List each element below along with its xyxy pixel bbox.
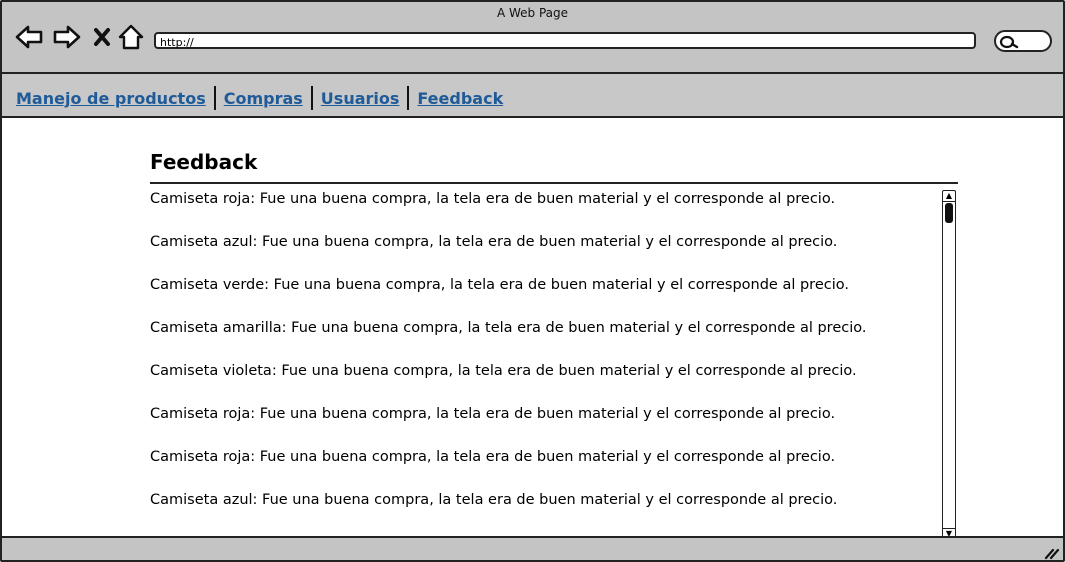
resize-grip-icon[interactable] (1043, 546, 1059, 560)
feedback-entry: Camiseta azul: Fue una buena compra, la … (150, 234, 838, 250)
feedback-entry: Camiseta roja: Fue una buena compra, la … (150, 406, 836, 422)
menu-divider (310, 86, 313, 110)
menu-item-feedback[interactable]: Feedback (417, 89, 503, 108)
menu-divider (213, 86, 216, 110)
close-x-icon[interactable] (88, 22, 118, 52)
feedback-entry: Camiseta azul: Fue una buena compra, la … (150, 492, 838, 508)
scroll-up-arrow-icon[interactable]: ▲ (943, 191, 955, 202)
title-divider (150, 182, 958, 184)
feedback-entry: Camiseta amarilla: Fue una buena compra,… (150, 320, 867, 336)
window-title: A Web Page (496, 6, 569, 20)
menu-item-compras[interactable]: Compras (224, 89, 303, 108)
forward-arrow-icon[interactable] (52, 22, 82, 52)
search-icon (999, 35, 1019, 49)
back-arrow-icon[interactable] (14, 22, 44, 52)
feedback-entry: Camiseta violeta: Fue una buena compra, … (150, 363, 857, 379)
menu-divider (407, 86, 410, 110)
browser-window: A Web Page http:// Manejo de productos C… (0, 0, 1065, 562)
page-title: Feedback (150, 150, 258, 174)
feedback-entry: Camiseta roja: Fue una buena compra, la … (150, 191, 836, 207)
scrollbar-thumb[interactable] (945, 203, 953, 223)
search-field[interactable] (994, 30, 1052, 52)
navigation-menu: Manejo de productos Compras Usuarios Fee… (2, 74, 1063, 118)
status-bar (2, 536, 1063, 560)
url-input[interactable]: http:// (154, 32, 976, 49)
feedback-list: Camiseta roja: Fue una buena compra, la … (150, 188, 940, 536)
page-content: Feedback Camiseta roja: Fue una buena co… (2, 118, 1063, 540)
home-icon[interactable] (116, 22, 146, 52)
menu-item-manejo-de-productos[interactable]: Manejo de productos (16, 89, 206, 108)
browser-toolbar: A Web Page http:// (2, 2, 1063, 74)
vertical-scrollbar[interactable]: ▲ ▼ (942, 190, 956, 540)
menu-item-usuarios[interactable]: Usuarios (321, 89, 400, 108)
feedback-entry: Camiseta verde: Fue una buena compra, la… (150, 277, 849, 293)
feedback-entry: Camiseta roja: Fue una buena compra, la … (150, 449, 836, 465)
